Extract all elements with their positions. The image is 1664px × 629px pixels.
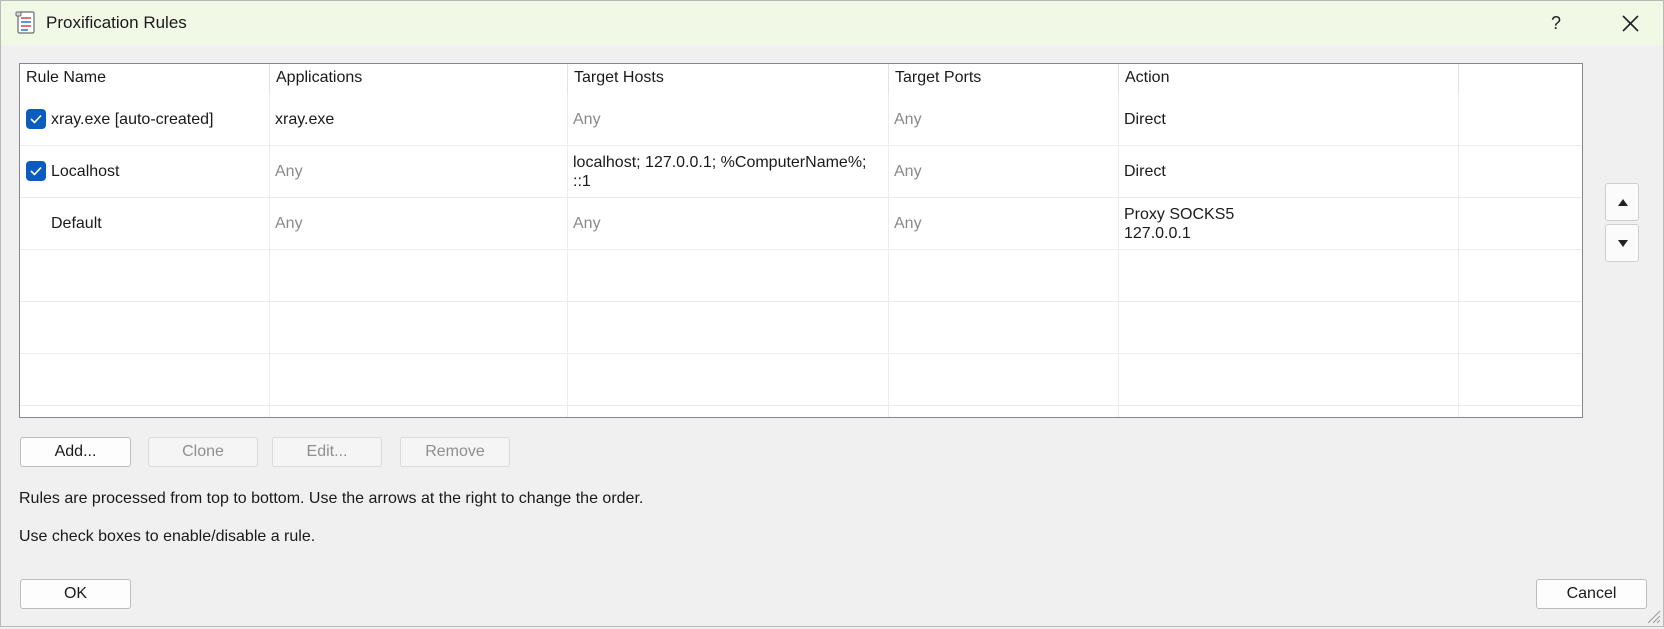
target-hosts-cell: Any xyxy=(568,94,889,146)
arrow-down-icon xyxy=(1618,240,1628,247)
target-hosts-cell: Any xyxy=(568,198,889,250)
action-cell: Direct xyxy=(1119,146,1459,198)
column-header-applications[interactable]: Applications xyxy=(270,64,568,94)
rules-document-icon xyxy=(15,11,37,35)
action-line1: Proxy SOCKS5 xyxy=(1124,206,1235,223)
action-cell: Proxy SOCKS5 127.0.0.1 xyxy=(1119,198,1459,250)
cancel-button[interactable]: Cancel xyxy=(1536,579,1647,609)
arrow-up-icon xyxy=(1618,199,1628,206)
target-hosts-line2: ::1 xyxy=(573,173,591,190)
table-row[interactable]: xray.exe [auto-created] xray.exe Any Any… xyxy=(20,94,1582,146)
rule-name-cell: Default xyxy=(20,198,270,250)
close-icon xyxy=(1622,15,1639,32)
checkmark-icon xyxy=(30,166,42,176)
rule-name-cell: Localhost xyxy=(20,146,270,198)
target-ports-cell: Any xyxy=(889,146,1119,198)
checkmark-icon xyxy=(30,114,42,124)
rule-enabled-checkbox[interactable] xyxy=(26,161,46,181)
column-header-action[interactable]: Action xyxy=(1119,64,1459,94)
column-header-empty xyxy=(1459,64,1582,94)
table-row[interactable]: Localhost Any localhost; 127.0.0.1; %Com… xyxy=(20,146,1582,198)
empty-table-row xyxy=(20,250,1582,302)
move-down-button[interactable] xyxy=(1605,224,1639,262)
proxification-rules-dialog: Proxification Rules ? Rule Name Applicat… xyxy=(0,0,1664,627)
move-up-button[interactable] xyxy=(1605,183,1639,221)
remove-rule-button[interactable]: Remove xyxy=(400,437,510,467)
action-line2: 127.0.0.1 xyxy=(1124,225,1191,242)
window-title: Proxification Rules xyxy=(46,13,187,32)
checkbox-hint-text: Use check boxes to enable/disable a rule… xyxy=(19,528,316,545)
action-cell: Direct xyxy=(1119,94,1459,146)
rule-enabled-checkbox[interactable] xyxy=(26,109,46,129)
rules-table[interactable]: Rule Name Applications Target Hosts Targ… xyxy=(19,63,1583,418)
target-hosts-cell: localhost; 127.0.0.1; %ComputerName%; ::… xyxy=(568,146,889,198)
empty-table-row xyxy=(20,406,1582,417)
add-rule-button[interactable]: Add... xyxy=(20,437,131,467)
target-ports-cell: Any xyxy=(889,198,1119,250)
rule-name: xray.exe [auto-created] xyxy=(51,111,214,128)
target-hosts-line1: localhost; 127.0.0.1; %ComputerName%; xyxy=(573,154,867,171)
empty-cell xyxy=(1459,94,1582,146)
applications-cell: Any xyxy=(270,146,568,198)
column-header-target-ports[interactable]: Target Ports xyxy=(889,64,1119,94)
rule-name-cell: xray.exe [auto-created] xyxy=(20,94,270,146)
rule-name: Default xyxy=(51,215,102,232)
empty-table-row xyxy=(20,302,1582,354)
target-ports-cell: Any xyxy=(889,94,1119,146)
empty-table-row xyxy=(20,354,1582,406)
empty-cell xyxy=(1459,146,1582,198)
table-header: Rule Name Applications Target Hosts Targ… xyxy=(20,64,1582,94)
applications-cell: Any xyxy=(270,198,568,250)
empty-cell xyxy=(1459,198,1582,250)
ok-button[interactable]: OK xyxy=(20,579,131,609)
title-bar: Proxification Rules ? xyxy=(1,1,1663,45)
resize-grip-icon[interactable] xyxy=(1645,608,1661,624)
column-header-target-hosts[interactable]: Target Hosts xyxy=(568,64,889,94)
applications-cell: xray.exe xyxy=(270,94,568,146)
help-button[interactable]: ? xyxy=(1531,9,1581,37)
table-row[interactable]: Default Any Any Any Proxy SOCKS5 127.0.0… xyxy=(20,198,1582,250)
rule-name: Localhost xyxy=(51,163,120,180)
edit-rule-button[interactable]: Edit... xyxy=(272,437,382,467)
close-button[interactable] xyxy=(1605,7,1655,39)
order-hint-text: Rules are processed from top to bottom. … xyxy=(19,490,644,507)
column-header-rule-name[interactable]: Rule Name xyxy=(20,64,270,94)
clone-rule-button[interactable]: Clone xyxy=(148,437,258,467)
